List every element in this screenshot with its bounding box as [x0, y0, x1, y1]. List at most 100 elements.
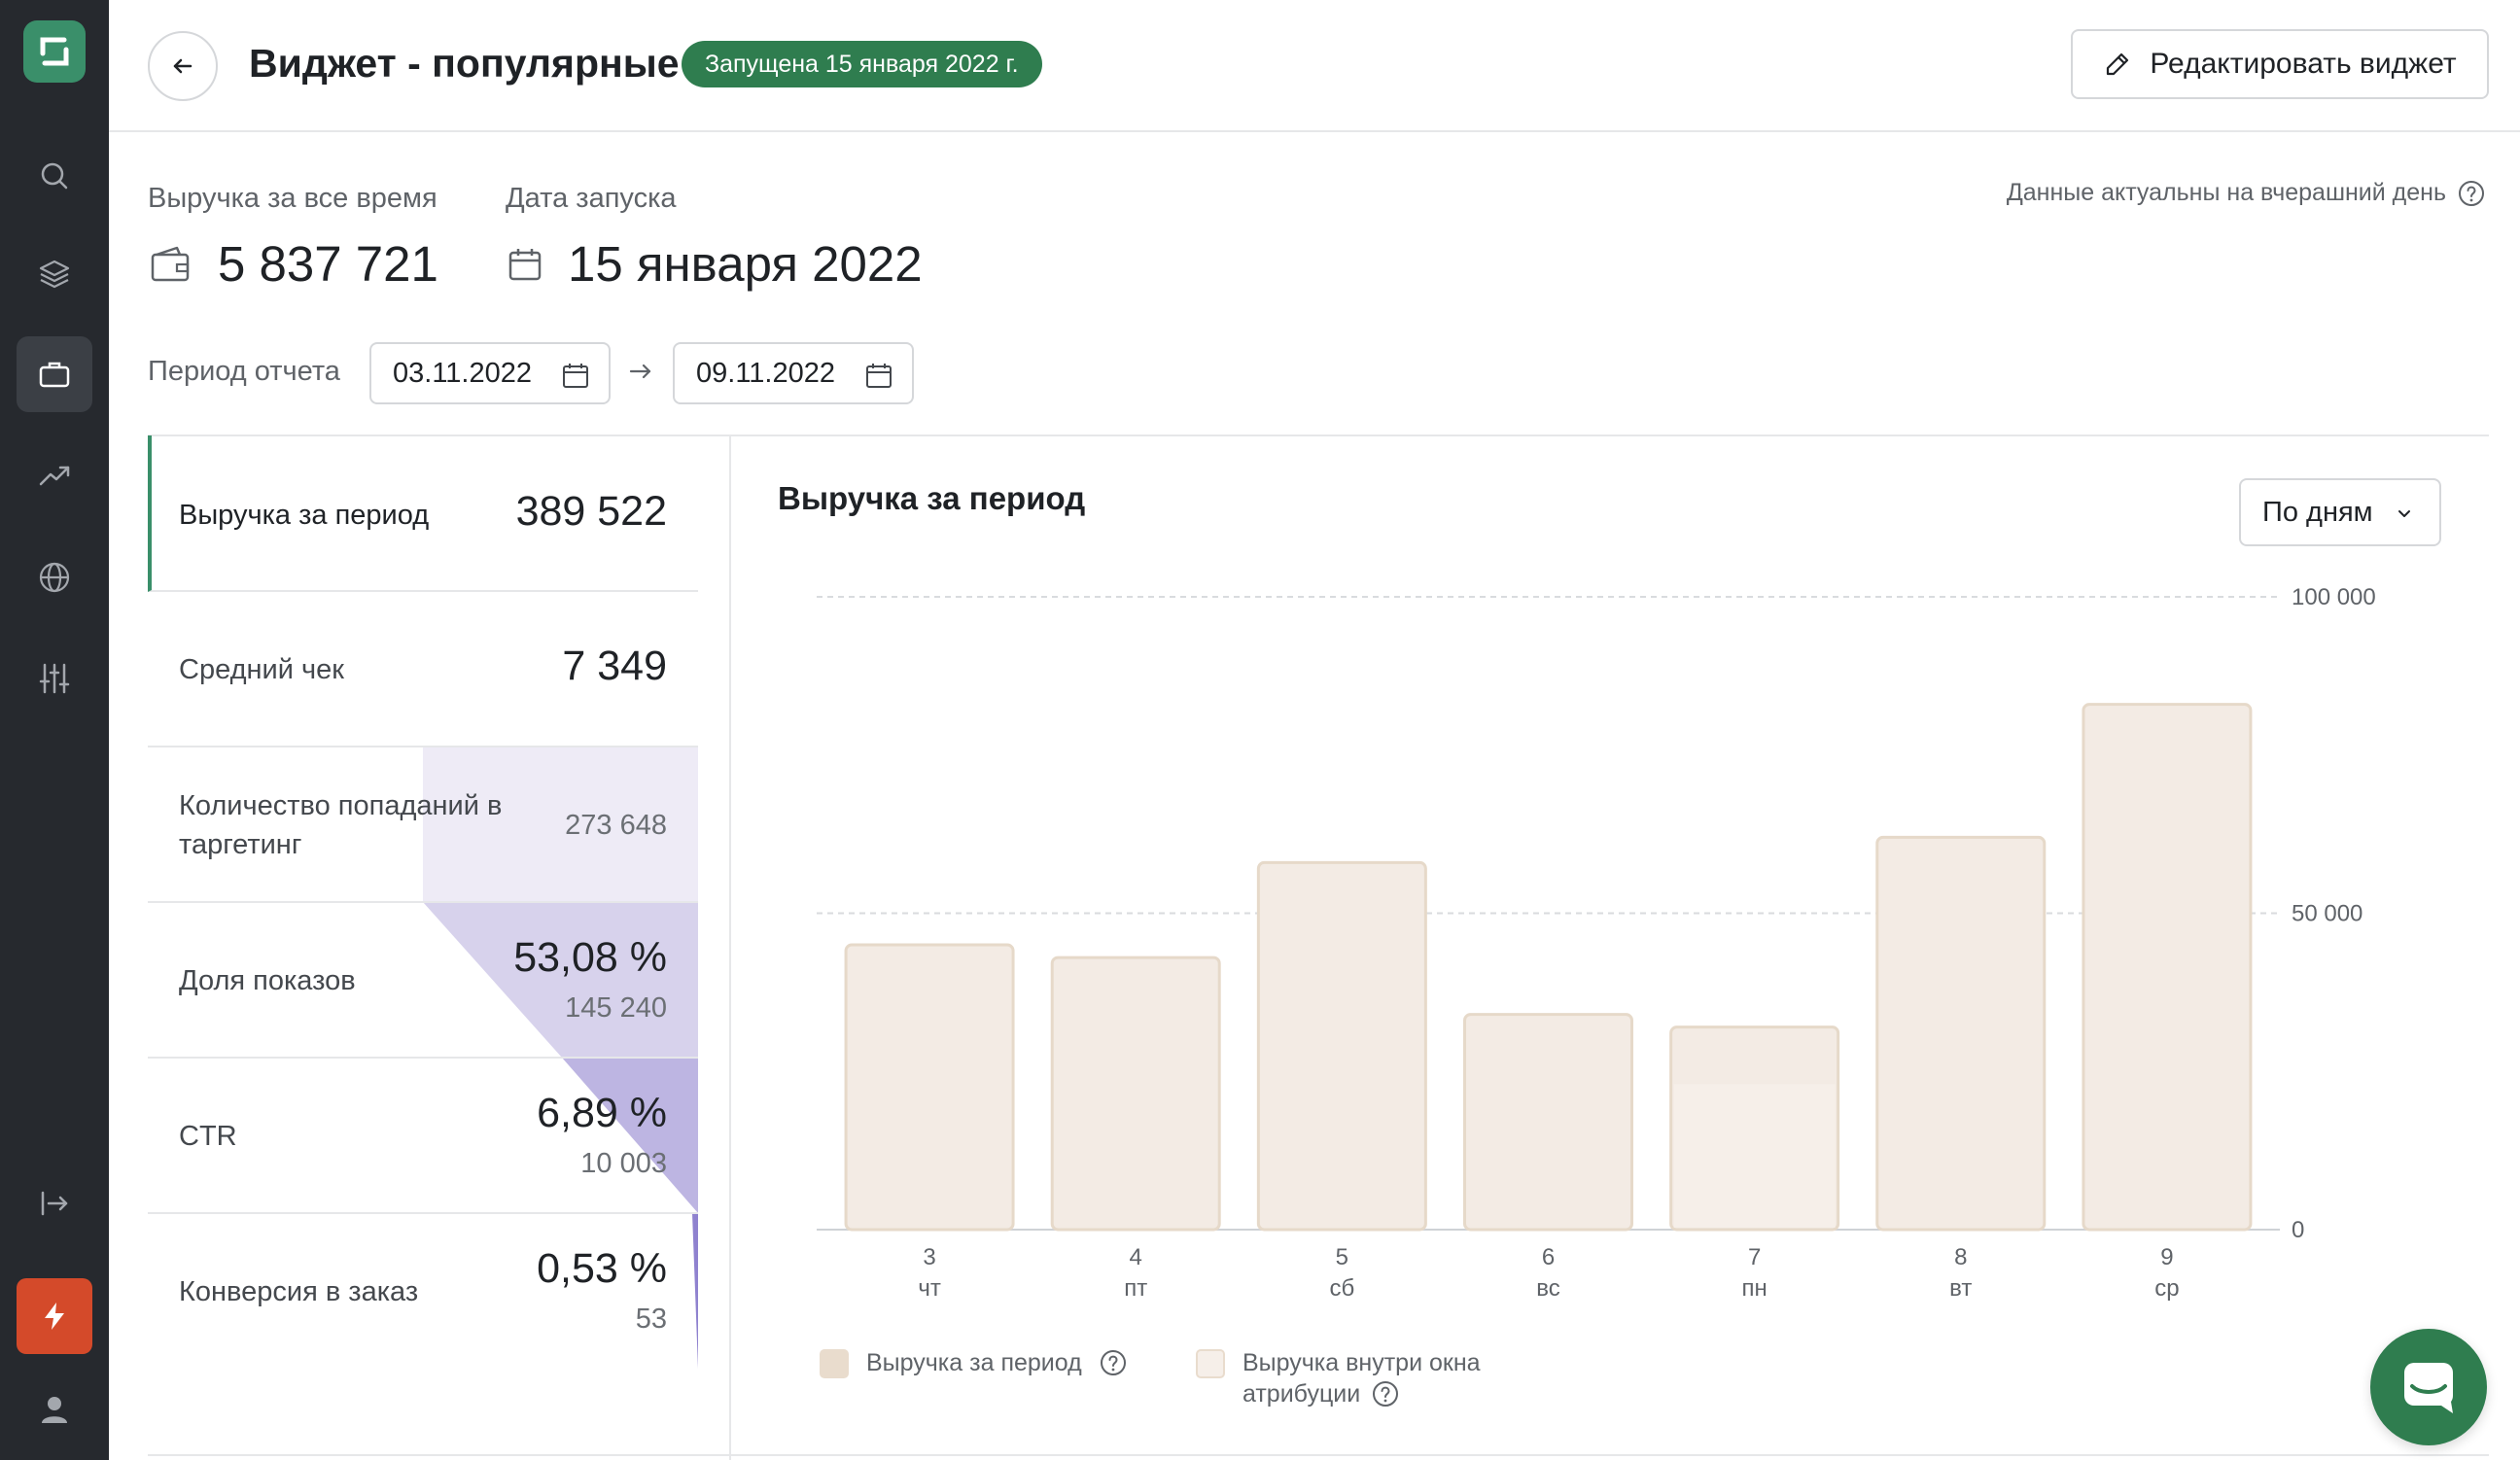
app-logo[interactable]: [23, 20, 86, 83]
data-freshness-text: Данные актуальны на вчерашний день: [2006, 179, 2446, 206]
metric-sub: 53: [635, 1304, 667, 1335]
metric-label: Выручка за период: [179, 500, 430, 531]
lightning-icon: [45, 1303, 64, 1330]
globe-icon: [39, 562, 70, 593]
y-tick-label: 50 000: [2292, 901, 2362, 927]
metric-label: Средний чек: [179, 654, 344, 685]
sliders-icon: [39, 663, 70, 694]
legend-item-attribution[interactable]: Выручка внутри окна атрибуции: [1196, 1347, 1481, 1409]
page-header: Виджет - популярные Запущена 15 января 2…: [109, 0, 2520, 132]
legend-swatch: [820, 1349, 849, 1378]
nav-search[interactable]: [17, 138, 92, 214]
help-icon[interactable]: [2458, 180, 2485, 207]
quick-action-button[interactable]: [17, 1278, 92, 1354]
bar-period: [844, 943, 1015, 1232]
support-chat-button[interactable]: [2370, 1329, 2487, 1445]
nav-layers[interactable]: [17, 236, 92, 312]
metric-label: Доля показов: [179, 965, 356, 996]
search-icon: [41, 162, 68, 190]
back-button[interactable]: [148, 31, 218, 101]
status-badge: Запущена 15 января 2022 г.: [682, 41, 1042, 87]
legend-label: Выручка внутри окна: [1242, 1349, 1481, 1376]
pencil-icon: [2107, 52, 2129, 76]
layers-icon: [39, 260, 70, 289]
legend-label: атрибуции: [1242, 1380, 1361, 1408]
nav-logout[interactable]: [17, 1165, 92, 1241]
legend-label-row: атрибуции: [1242, 1378, 1481, 1409]
arrow-left-icon: [173, 58, 192, 74]
x-tick-label: 9: [2160, 1244, 2173, 1270]
metric-value: 7 349: [562, 643, 667, 689]
legend-label: Выручка за период: [866, 1349, 1082, 1376]
metric-label: Количество попаданий в таргетинг: [179, 790, 503, 860]
y-tick-label: 100 000: [2292, 584, 2376, 610]
report-period-label: Период отчета: [148, 356, 340, 387]
data-freshness-note: Данные актуальны на вчерашний день: [2007, 179, 2485, 207]
metric-row-revenue[interactable]: Выручка за период 389 522: [148, 435, 698, 592]
metric-sub: 145 240: [565, 992, 667, 1024]
wallet-icon: [151, 246, 190, 282]
briefcase-icon: [39, 362, 70, 388]
launch-date-value: 15 января 2022: [568, 236, 923, 292]
date-from-input[interactable]: 03.11.2022: [369, 342, 611, 404]
help-icon[interactable]: [1372, 1380, 1399, 1408]
calendar-icon: [866, 364, 892, 388]
calendar-icon: [508, 249, 542, 281]
nav-widgets[interactable]: [17, 336, 92, 412]
metric-sub: 273 648: [565, 810, 667, 841]
chevron-down-icon: [2398, 510, 2410, 517]
help-icon[interactable]: [1100, 1349, 1127, 1376]
metric-row-ctr[interactable]: CTR 6,89 % 10 003: [148, 1059, 698, 1214]
user-icon: [42, 1397, 67, 1423]
metric-label: CTR: [179, 1121, 237, 1152]
chat-icon: [2404, 1363, 2453, 1413]
x-tick-weekday: пт: [1124, 1275, 1147, 1302]
logout-icon: [41, 1191, 68, 1216]
date-from-value: 03.11.2022: [393, 357, 532, 389]
y-tick-label: 0: [2292, 1217, 2304, 1243]
x-tick-label: 3: [923, 1244, 935, 1270]
launch-date-label: Дата запуска: [506, 183, 677, 214]
x-tick-weekday: ср: [2154, 1275, 2179, 1302]
arrow-right-icon: [629, 364, 651, 379]
bar-period: [1256, 860, 1427, 1232]
logo-icon: [40, 37, 69, 66]
panel-divider: [729, 435, 731, 1460]
chart-title: Выручка за период: [778, 480, 1086, 516]
nav-profile[interactable]: [17, 1372, 92, 1447]
x-tick-label: 4: [1130, 1244, 1142, 1270]
calendar-icon: [563, 364, 588, 388]
metric-row-targeting[interactable]: Количество попаданий в таргетинг 273 648: [148, 747, 698, 903]
page-title: Виджет - популярные: [249, 41, 680, 86]
metric-row-conversion[interactable]: Конверсия в заказ 0,53 % 53: [148, 1214, 698, 1370]
nav-sites[interactable]: [17, 539, 92, 615]
metric-value: 6,89 %: [537, 1090, 667, 1136]
metric-value: 53,08 %: [513, 934, 667, 981]
metric-row-avg-check[interactable]: Средний чек 7 349: [148, 592, 698, 747]
edit-widget-button[interactable]: Редактировать виджет: [2071, 29, 2489, 99]
bar-attribution: [1673, 1084, 1836, 1228]
legend-item-period[interactable]: Выручка за период: [820, 1347, 1127, 1378]
total-revenue-value: 5 837 721: [218, 236, 438, 292]
x-tick-weekday: вт: [1949, 1275, 1972, 1302]
bar-period: [2082, 703, 2253, 1232]
x-tick-label: 6: [1542, 1244, 1555, 1270]
metric-value: 389 522: [515, 488, 667, 535]
sidebar: [0, 0, 109, 1460]
metric-row-impressions[interactable]: Доля показов 53,08 % 145 240: [148, 903, 698, 1059]
bar-period: [1050, 956, 1221, 1232]
x-tick-weekday: чт: [918, 1275, 941, 1302]
metric-sub: 10 003: [580, 1148, 667, 1179]
total-revenue-label: Выручка за все время: [148, 183, 438, 214]
nav-settings[interactable]: [17, 641, 92, 716]
date-to-input[interactable]: 09.11.2022: [673, 342, 914, 404]
legend-label-group: Выручка внутри окна атрибуции: [1242, 1347, 1481, 1409]
grouping-value: По дням: [2262, 496, 2373, 528]
x-tick-label: 8: [1954, 1244, 1967, 1270]
metric-value: 0,53 %: [537, 1245, 667, 1292]
bottom-divider: [148, 1454, 2489, 1456]
nav-analytics[interactable]: [17, 437, 92, 513]
bar-period: [1875, 835, 2047, 1232]
bar-period: [1463, 1013, 1633, 1232]
grouping-select[interactable]: По дням: [2239, 478, 2441, 546]
